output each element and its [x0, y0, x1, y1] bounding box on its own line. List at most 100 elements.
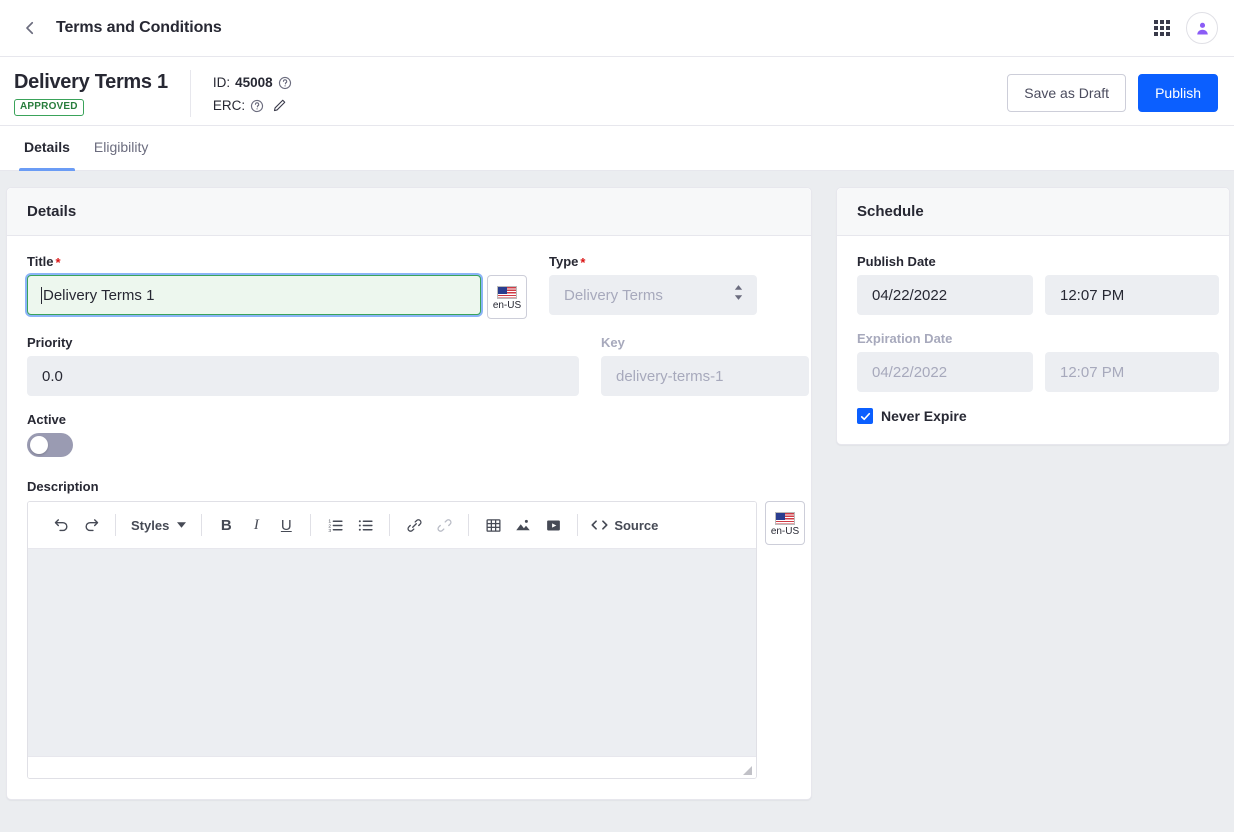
styles-dropdown[interactable]: Styles: [125, 510, 192, 540]
toolbar-divider: [310, 514, 312, 536]
active-toggle[interactable]: [27, 433, 73, 457]
chevron-left-icon: [26, 21, 34, 35]
type-label-text: Type: [549, 254, 579, 269]
title-input-value: Delivery Terms 1: [43, 286, 155, 304]
schedule-card: Schedule Publish Date Expiration Date: [836, 187, 1230, 445]
source-button[interactable]: Source: [587, 510, 662, 540]
header-left: Delivery Terms 1 APPROVED ID: 45008 ERC:: [14, 70, 292, 117]
editor-toolbar: Styles B I U 1 2 3 Source: [28, 502, 756, 549]
link-icon[interactable]: [399, 510, 429, 540]
id-row: ID: 45008: [213, 71, 292, 94]
publish-date-wrap: [857, 275, 1033, 315]
image-icon[interactable]: [508, 510, 538, 540]
us-flag-icon: [497, 285, 517, 299]
chain-link-icon: [407, 518, 422, 532]
redo-arrow-icon: [84, 518, 98, 531]
editor-resize-handle[interactable]: [743, 766, 752, 775]
editor-content-area[interactable]: [28, 549, 756, 756]
picture-icon: [516, 519, 531, 531]
erc-label: ERC:: [212, 98, 246, 113]
code-brackets-icon: [591, 520, 608, 530]
numbered-list-icon: 1 2 3: [328, 518, 343, 533]
pencil-icon: [274, 99, 286, 112]
italic-button[interactable]: I: [241, 510, 271, 540]
title-input[interactable]: Delivery Terms 1: [27, 275, 481, 315]
header-actions: Save as Draft Publish: [1007, 70, 1218, 112]
document-title: Delivery Terms 1: [14, 71, 168, 93]
details-card-body: Title * Delivery Terms 1 en-US Type * De…: [7, 236, 811, 799]
priority-label: Priority: [27, 335, 73, 350]
id-help-icon[interactable]: [278, 76, 292, 90]
top-navigation-bar: Terms and Conditions: [0, 0, 1234, 57]
required-asterisk: *: [580, 255, 586, 270]
toggle-knob: [30, 436, 48, 454]
publish-button[interactable]: Publish: [1138, 74, 1218, 112]
ordered-list-icon[interactable]: 1 2 3: [320, 510, 350, 540]
top-right-actions: [1154, 12, 1218, 44]
active-label: Active: [27, 412, 67, 427]
publish-time-input[interactable]: [1045, 275, 1219, 315]
publish-date-label: Publish Date: [857, 254, 936, 269]
never-expire-checkbox[interactable]: [857, 408, 873, 424]
tab-details[interactable]: Details: [12, 126, 82, 171]
bullet-list-icon: [358, 519, 373, 531]
underline-button[interactable]: U: [271, 510, 301, 540]
editor-footer: [28, 756, 756, 778]
toolbar-divider: [577, 514, 579, 536]
title-field-group: Title * Delivery Terms 1 en-US: [27, 254, 527, 319]
video-icon[interactable]: [538, 510, 568, 540]
key-label: Key: [601, 335, 625, 350]
priority-field-group: Priority: [27, 335, 579, 396]
schedule-card-title: Schedule: [837, 188, 1229, 236]
grid-apps-icon[interactable]: [1154, 20, 1170, 36]
save-as-draft-button[interactable]: Save as Draft: [1007, 74, 1127, 112]
expiration-date-wrap: [857, 352, 1033, 392]
expiration-time-wrap: [1045, 352, 1219, 392]
unordered-list-icon[interactable]: [350, 510, 380, 540]
priority-input[interactable]: [27, 356, 579, 396]
expiration-date-group: Expiration Date: [857, 331, 1219, 392]
toolbar-divider: [201, 514, 203, 536]
text-cursor: [41, 286, 42, 304]
tab-eligibility[interactable]: Eligibility: [82, 126, 160, 171]
title-input-wrap: Delivery Terms 1 en-US: [27, 275, 527, 319]
undo-arrow-icon: [54, 518, 68, 531]
bold-button[interactable]: B: [211, 510, 241, 540]
key-input[interactable]: [601, 356, 809, 396]
table-icon[interactable]: [478, 510, 508, 540]
schedule-column: Schedule Publish Date Expiration Date: [836, 187, 1230, 832]
undo-icon[interactable]: [46, 510, 76, 540]
expiration-date-label: Expiration Date: [857, 331, 953, 346]
toolbar-divider: [115, 514, 116, 536]
publish-date-input[interactable]: [857, 275, 1033, 315]
title-label-text: Title: [27, 254, 54, 269]
grid-table-icon: [486, 518, 501, 532]
erc-help-icon[interactable]: [250, 99, 264, 113]
title-type-row: Title * Delivery Terms 1 en-US Type * De…: [27, 254, 791, 335]
schedule-card-body: Publish Date Expiration Date: [837, 236, 1229, 444]
description-label: Description: [27, 479, 99, 494]
page-title: Terms and Conditions: [56, 19, 222, 36]
avatar[interactable]: [1186, 12, 1218, 44]
document-header: Delivery Terms 1 APPROVED ID: 45008 ERC:: [0, 57, 1234, 126]
erc-edit-icon[interactable]: [272, 98, 287, 113]
type-select[interactable]: [549, 275, 757, 315]
title-label: Title *: [27, 254, 527, 270]
chevron-down-icon: [177, 522, 187, 528]
redo-icon[interactable]: [76, 510, 106, 540]
description-language-button[interactable]: en-US: [765, 501, 805, 545]
source-label: Source: [614, 517, 659, 533]
document-meta: ID: 45008 ERC:: [189, 70, 292, 117]
toolbar-divider: [468, 514, 470, 536]
toolbar-divider: [389, 514, 391, 536]
key-field-group: Key: [601, 335, 809, 396]
erc-row: ERC:: [213, 94, 292, 117]
unlink-icon[interactable]: [429, 510, 459, 540]
expiration-date-input[interactable]: [857, 352, 1033, 392]
rich-text-editor: Styles B I U 1 2 3 Source: [27, 501, 757, 779]
expiration-time-input[interactable]: [1045, 352, 1219, 392]
user-avatar-icon: [1196, 22, 1208, 35]
active-field-group: Active: [27, 412, 791, 457]
back-button[interactable]: [14, 12, 46, 44]
title-language-button[interactable]: en-US: [487, 275, 527, 319]
